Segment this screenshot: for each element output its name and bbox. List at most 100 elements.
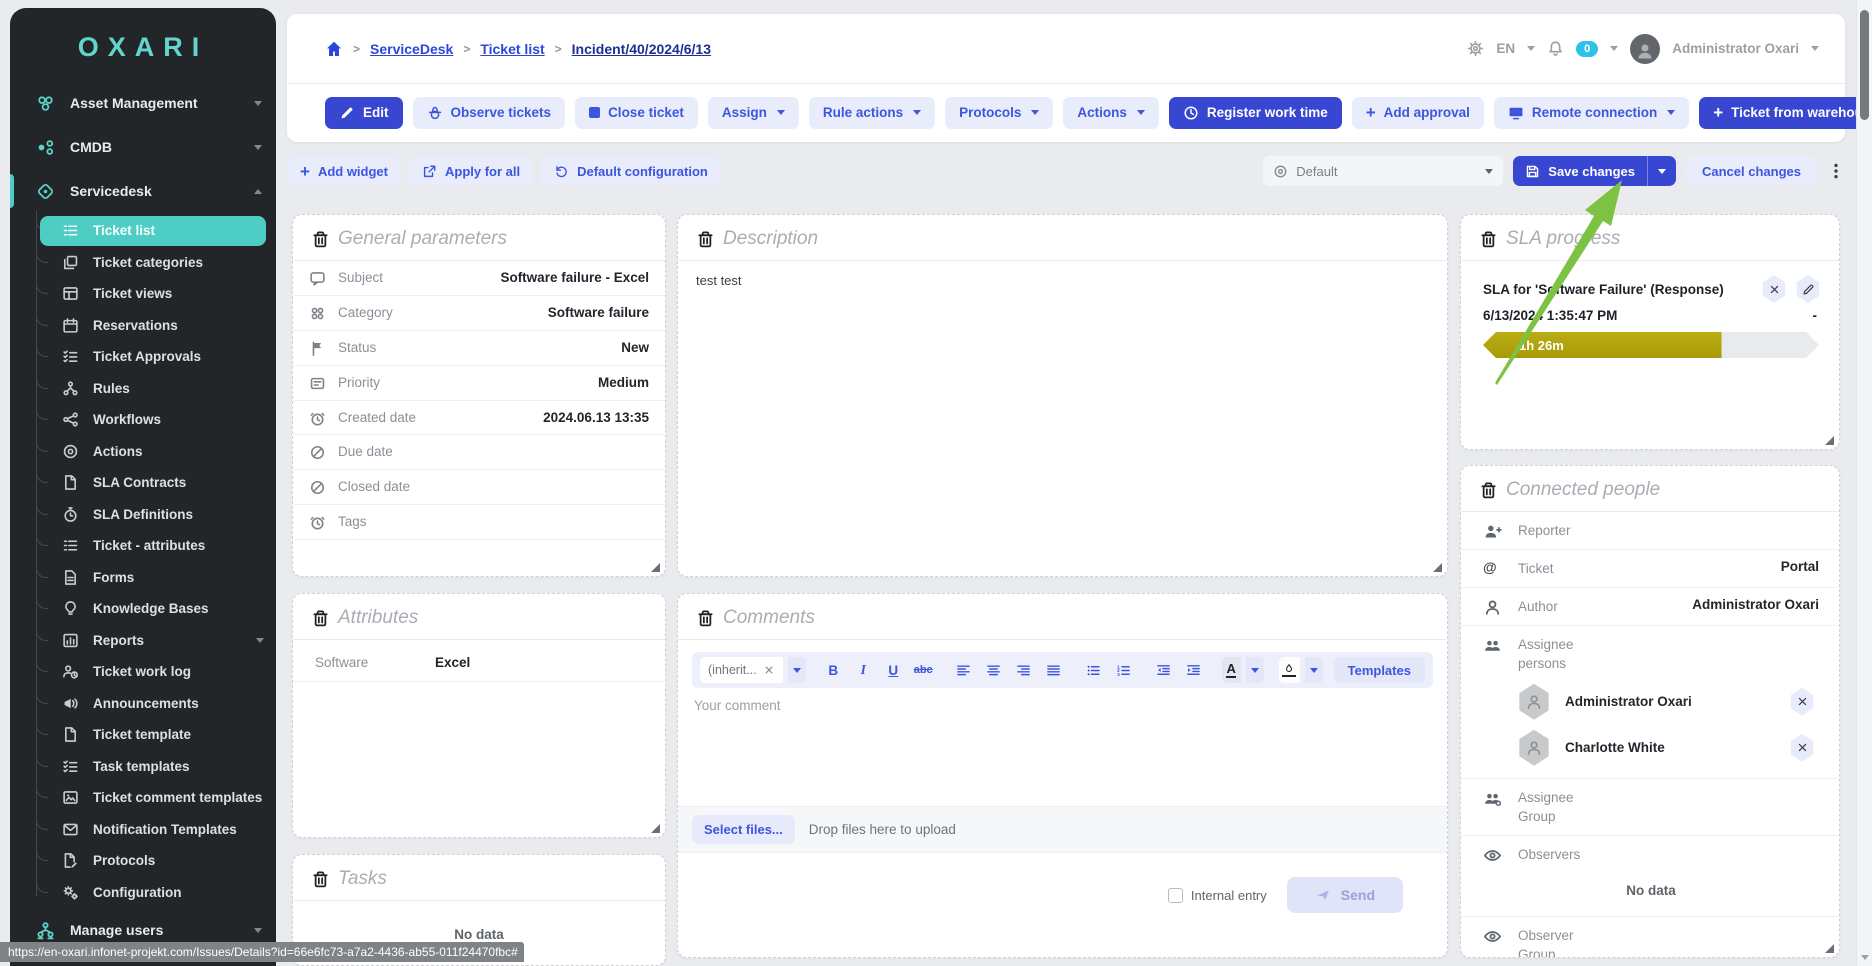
numbered-list-button[interactable]: 123 bbox=[1111, 657, 1136, 683]
remove-widget-icon[interactable] bbox=[311, 609, 330, 628]
resize-handle[interactable] bbox=[1433, 563, 1442, 572]
highlight-color-button[interactable] bbox=[1279, 657, 1300, 683]
highlight-color-dropdown[interactable] bbox=[1305, 657, 1323, 683]
cancel-changes-button[interactable]: Cancel changes bbox=[1686, 156, 1817, 186]
sidebar-item-ticket-attributes[interactable]: Ticket - attributes bbox=[10, 530, 276, 562]
sidebar-item-notification-templates[interactable]: Notification Templates bbox=[10, 814, 276, 846]
chevron-down-icon[interactable] bbox=[1527, 46, 1535, 51]
file-upload-area[interactable]: Select files... Drop files here to uploa… bbox=[678, 806, 1447, 853]
chevron-down-icon[interactable] bbox=[1811, 46, 1819, 51]
edit-button[interactable]: Edit bbox=[325, 97, 403, 129]
breadcrumb-current-ticket[interactable]: Incident/40/2024/6/13 bbox=[572, 41, 711, 57]
protocols-button[interactable]: Protocols bbox=[945, 97, 1053, 129]
apply-for-all-button[interactable]: Apply for all bbox=[409, 157, 533, 186]
kebab-menu-icon[interactable] bbox=[1827, 162, 1845, 180]
sidebar-item-reports[interactable]: Reports bbox=[10, 625, 276, 657]
bullet-list-button[interactable] bbox=[1081, 657, 1106, 683]
resize-handle[interactable] bbox=[651, 563, 660, 572]
sidebar-item-reservations[interactable]: Reservations bbox=[10, 310, 276, 342]
remove-assignee-button[interactable] bbox=[1789, 734, 1815, 762]
sidebar-item-protocols[interactable]: Protocols bbox=[10, 845, 276, 877]
sla-edit-button[interactable] bbox=[1795, 275, 1821, 303]
italic-button[interactable]: I bbox=[851, 657, 876, 683]
scrollbar-thumb[interactable] bbox=[1860, 10, 1869, 120]
language-selector[interactable]: EN bbox=[1496, 41, 1515, 56]
strikethrough-button[interactable]: abc bbox=[911, 657, 936, 683]
align-left-button[interactable] bbox=[951, 657, 976, 683]
font-dropdown[interactable] bbox=[788, 657, 806, 683]
bell-icon[interactable] bbox=[1547, 40, 1564, 57]
remove-widget-icon[interactable] bbox=[696, 609, 715, 628]
sidebar-item-ticket-comment-templates[interactable]: Ticket comment templates bbox=[10, 782, 276, 814]
breadcrumb-ticket-list[interactable]: Ticket list bbox=[480, 41, 544, 57]
sidebar-item-forms[interactable]: Forms bbox=[10, 562, 276, 594]
save-dropdown[interactable] bbox=[1648, 169, 1676, 174]
align-right-button[interactable] bbox=[1011, 657, 1036, 683]
remove-widget-icon[interactable] bbox=[311, 870, 330, 889]
home-icon[interactable] bbox=[325, 40, 343, 58]
sidebar-item-ticket-views[interactable]: Ticket views bbox=[10, 278, 276, 310]
register-work-time-button[interactable]: Register work time bbox=[1169, 97, 1342, 129]
remove-assignee-button[interactable] bbox=[1789, 688, 1815, 716]
font-family-select[interactable]: (inherit... bbox=[700, 657, 783, 683]
underline-button[interactable]: U bbox=[881, 657, 906, 683]
comment-input[interactable] bbox=[692, 688, 1434, 806]
clear-font-icon[interactable] bbox=[763, 664, 775, 676]
remove-widget-icon[interactable] bbox=[1479, 230, 1498, 249]
observe-tickets-button[interactable]: Observe tickets bbox=[413, 97, 566, 129]
sidebar-item-sla-definitions[interactable]: SLA Definitions bbox=[10, 499, 276, 531]
sla-remove-button[interactable] bbox=[1761, 275, 1787, 303]
assign-button[interactable]: Assign bbox=[708, 97, 799, 129]
sidebar-item-ticket-approvals[interactable]: Ticket Approvals bbox=[10, 341, 276, 373]
add-widget-button[interactable]: + Add widget bbox=[287, 157, 401, 186]
sidebar-item-knowledge-bases[interactable]: Knowledge Bases bbox=[10, 593, 276, 625]
indent-button[interactable] bbox=[1181, 657, 1206, 683]
scrollbar-down-arrow[interactable] bbox=[1861, 955, 1869, 960]
sidebar-item-rules[interactable]: Rules bbox=[10, 373, 276, 405]
sidebar-item-ticket-list[interactable]: Ticket list bbox=[10, 215, 276, 247]
font-color-button[interactable]: A bbox=[1222, 657, 1241, 683]
align-center-button[interactable] bbox=[981, 657, 1006, 683]
align-justify-button[interactable] bbox=[1041, 657, 1066, 683]
sidebar-item-asset-management[interactable]: Asset Management bbox=[10, 81, 276, 125]
font-color-dropdown[interactable] bbox=[1246, 657, 1264, 683]
actions-button[interactable]: Actions bbox=[1063, 97, 1159, 129]
rule-actions-button[interactable]: Rule actions bbox=[809, 97, 935, 129]
select-files-button[interactable]: Select files... bbox=[692, 815, 795, 844]
resize-handle[interactable] bbox=[1825, 436, 1834, 445]
sidebar-item-cmdb[interactable]: CMDB bbox=[10, 125, 276, 169]
sidebar-item-workflows[interactable]: Workflows bbox=[10, 404, 276, 436]
ticket-from-warehouse-button[interactable]: + Ticket from warehouse bbox=[1699, 97, 1872, 129]
sidebar-item-servicedesk[interactable]: Servicedesk bbox=[10, 169, 276, 213]
templates-button[interactable]: Templates bbox=[1334, 657, 1425, 683]
bold-button[interactable]: B bbox=[821, 657, 846, 683]
sidebar-item-ticket-template[interactable]: Ticket template bbox=[10, 719, 276, 751]
internal-entry-checkbox[interactable] bbox=[1168, 888, 1183, 903]
sidebar-item-sla-contracts[interactable]: SLA Contracts bbox=[10, 467, 276, 499]
remote-connection-button[interactable]: Remote connection bbox=[1494, 97, 1689, 129]
outdent-button[interactable] bbox=[1151, 657, 1176, 683]
default-configuration-button[interactable]: Default configuration bbox=[541, 157, 721, 186]
sidebar-item-task-templates[interactable]: Task templates bbox=[10, 751, 276, 783]
sidebar-item-actions[interactable]: Actions bbox=[10, 436, 276, 468]
avatar[interactable] bbox=[1630, 34, 1660, 64]
user-name[interactable]: Administrator Oxari bbox=[1672, 41, 1799, 56]
send-button[interactable]: Send bbox=[1287, 877, 1403, 913]
remove-widget-icon[interactable] bbox=[1479, 481, 1498, 500]
sidebar-item-announcements[interactable]: Announcements bbox=[10, 688, 276, 720]
sidebar-item-ticket-work-log[interactable]: Ticket work log bbox=[10, 656, 276, 688]
save-changes-button[interactable]: Save changes bbox=[1513, 156, 1676, 186]
resize-handle[interactable] bbox=[1825, 944, 1834, 953]
internal-entry-checkbox-wrap[interactable]: Internal entry bbox=[1168, 888, 1267, 903]
configuration-preset-select[interactable]: Default bbox=[1263, 156, 1503, 186]
resize-handle[interactable] bbox=[651, 824, 660, 833]
add-approval-button[interactable]: + Add approval bbox=[1352, 97, 1484, 129]
close-ticket-button[interactable]: Close ticket bbox=[575, 97, 698, 129]
sidebar-item-configuration[interactable]: Configuration bbox=[10, 877, 276, 909]
gear-icon[interactable] bbox=[1467, 40, 1484, 57]
breadcrumb-servicedesk[interactable]: ServiceDesk bbox=[370, 41, 453, 57]
remove-widget-icon[interactable] bbox=[696, 230, 715, 249]
sidebar-item-ticket-categories[interactable]: Ticket categories bbox=[10, 247, 276, 279]
chevron-down-icon[interactable] bbox=[1610, 46, 1618, 51]
remove-widget-icon[interactable] bbox=[311, 230, 330, 249]
